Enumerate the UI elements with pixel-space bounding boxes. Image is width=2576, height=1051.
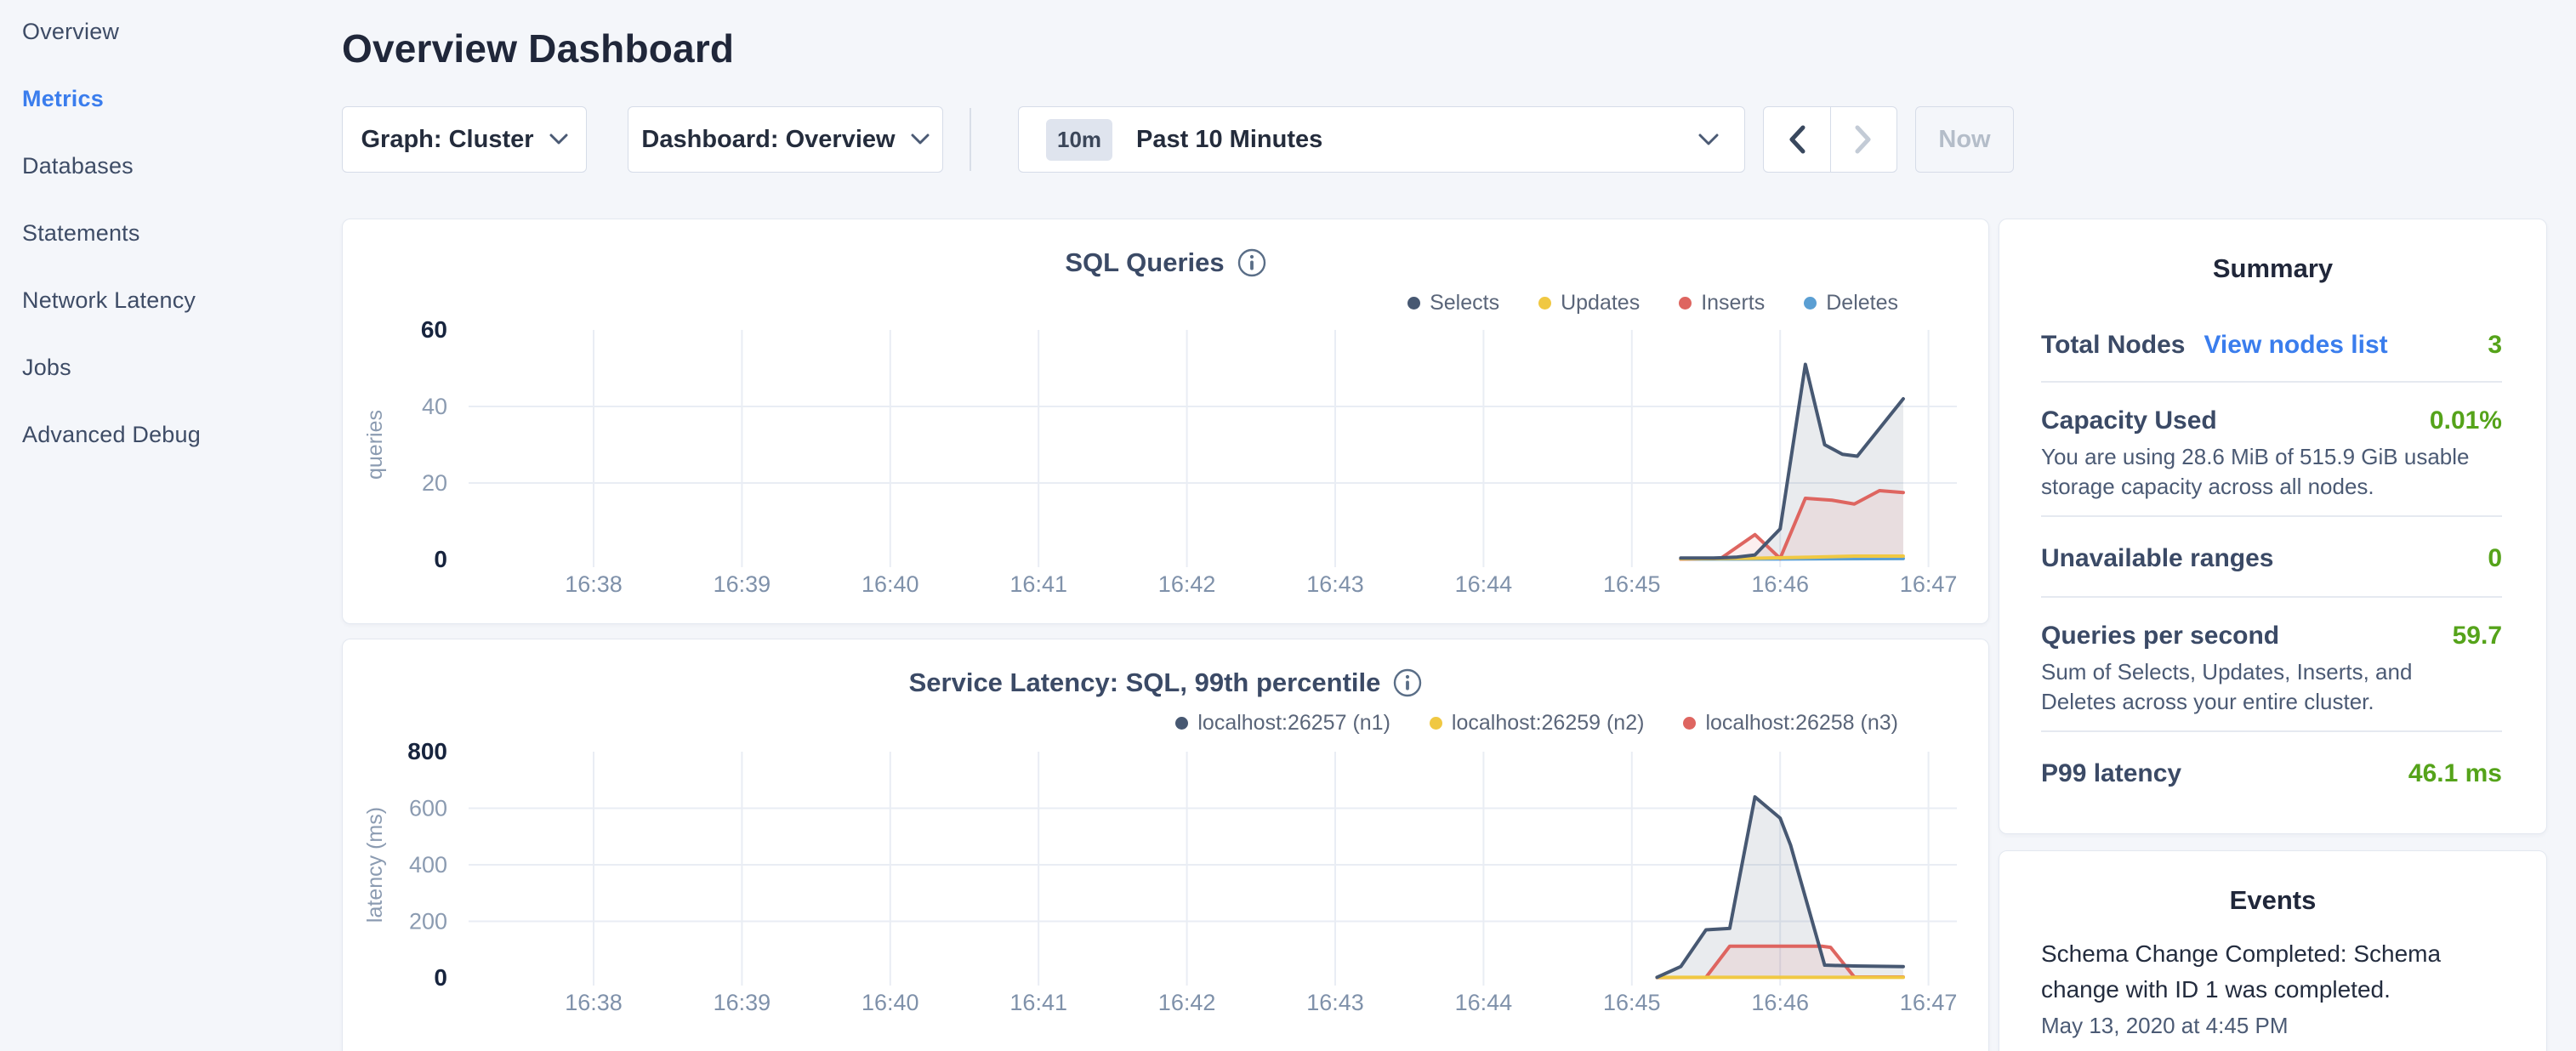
svg-text:16:47: 16:47 (1900, 571, 1958, 597)
svg-text:16:38: 16:38 (565, 990, 623, 1015)
svg-text:16:40: 16:40 (862, 571, 919, 597)
summary-divider (2041, 730, 2502, 732)
svg-text:16:44: 16:44 (1455, 990, 1513, 1015)
toolbar: Graph: Cluster Dashboard: Overview 10m P… (0, 106, 2576, 173)
summary-row-value: 0.01% (2430, 406, 2502, 435)
overview-dashboard-screen: OverviewMetricsDatabasesStatementsNetwor… (0, 0, 2576, 1051)
now-button[interactable]: Now (1915, 106, 2014, 173)
chevron-left-icon (1788, 125, 1805, 154)
svg-text:60: 60 (421, 316, 447, 343)
time-window-selector[interactable]: 10m Past 10 Minutes (1018, 106, 1745, 173)
svg-text:0: 0 (434, 964, 447, 991)
summary-row-queries-per-second: Queries per second 59.7 (2041, 622, 2502, 650)
summary-row-description: Sum of Selects, Updates, Inserts, and De… (2041, 657, 2492, 717)
step-forward-button[interactable] (1830, 107, 1897, 172)
summary-row-p99-latency: P99 latency 46.1 ms (2041, 759, 2502, 788)
svg-text:0: 0 (434, 546, 447, 572)
dashboard-dropdown-label: Dashboard: Overview (641, 126, 895, 154)
graph-dropdown-label: Graph: Cluster (361, 126, 533, 154)
sidebar-item-jobs[interactable]: Jobs (22, 355, 332, 379)
summary-row-label: Queries per second (2041, 622, 2279, 650)
svg-text:16:47: 16:47 (1900, 990, 1958, 1015)
svg-text:16:39: 16:39 (714, 571, 771, 597)
summary-title: Summary (1999, 253, 2546, 284)
service-latency-chart-card: Service Latency: SQL, 99th percentileloc… (342, 639, 1989, 1051)
sidebar-item-advanced-debug[interactable]: Advanced Debug (22, 423, 332, 446)
svg-text:16:39: 16:39 (714, 990, 771, 1015)
summary-row-value: 46.1 ms (2408, 759, 2502, 788)
svg-text:16:46: 16:46 (1751, 990, 1809, 1015)
summary-row-value: 59.7 (2453, 622, 2502, 650)
dashboard-dropdown[interactable]: Dashboard: Overview (628, 106, 943, 173)
svg-text:16:40: 16:40 (862, 990, 919, 1015)
summary-row-value: 3 (2488, 331, 2502, 360)
summary-divider (2041, 381, 2502, 383)
view-nodes-list-link[interactable]: View nodes list (2204, 331, 2387, 360)
sql-queries-chart-card: SQL QueriesSelectsUpdatesInsertsDeletes1… (342, 219, 1989, 624)
svg-text:16:45: 16:45 (1603, 990, 1661, 1015)
svg-text:600: 600 (409, 796, 447, 821)
page-title: Overview Dashboard (342, 26, 734, 71)
summary-panel: Summary Total Nodes View nodes list 3 Capac… (1999, 219, 2547, 834)
events-title: Events (1999, 885, 2546, 916)
svg-text:16:43: 16:43 (1306, 571, 1364, 597)
summary-row-capacity-used: Capacity Used 0.01% (2041, 406, 2502, 435)
svg-text:16:41: 16:41 (1009, 571, 1067, 597)
svg-text:queries: queries (363, 410, 387, 480)
chevron-down-icon (911, 134, 930, 145)
summary-row-total-nodes: Total Nodes View nodes list 3 (2041, 331, 2502, 360)
sidebar-item-statements[interactable]: Statements (22, 221, 332, 245)
svg-text:16:42: 16:42 (1158, 990, 1216, 1015)
step-back-button[interactable] (1764, 107, 1830, 172)
time-step-buttons (1763, 106, 1897, 173)
summary-row-description: You are using 28.6 MiB of 515.9 GiB usab… (2041, 442, 2492, 502)
svg-text:400: 400 (409, 852, 447, 878)
graph-dropdown[interactable]: Graph: Cluster (342, 106, 587, 173)
summary-divider (2041, 515, 2502, 517)
events-panel: Events Schema Change Completed: Schema c… (1999, 850, 2547, 1051)
summary-row-label: P99 latency (2041, 759, 2181, 788)
summary-row-value: 0 (2488, 544, 2502, 573)
summary-row-label: Capacity Used (2041, 406, 2217, 435)
summary-row-label: Unavailable ranges (2041, 544, 2273, 573)
sidebar-item-network-latency[interactable]: Network Latency (22, 288, 332, 312)
svg-text:16:44: 16:44 (1455, 571, 1513, 597)
summary-row-unavailable-ranges: Unavailable ranges 0 (2041, 544, 2502, 573)
chart-plot[interactable]: 16:38 16:39 16:40 16:41 16:42 16:43 16:44 16:45… (343, 639, 1990, 1051)
svg-text:16:38: 16:38 (565, 571, 623, 597)
svg-text:16:46: 16:46 (1751, 571, 1809, 597)
svg-text:latency (ms): latency (ms) (363, 807, 387, 923)
svg-text:200: 200 (409, 909, 447, 935)
svg-text:16:45: 16:45 (1603, 571, 1661, 597)
time-window-badge: 10m (1046, 119, 1112, 161)
chart-plot[interactable]: 16:38 16:39 16:40 16:41 16:42 16:43 16:44 16:45… (343, 219, 1990, 624)
svg-text:40: 40 (422, 394, 447, 419)
chevron-down-icon (549, 134, 568, 145)
time-window-label: Past 10 Minutes (1136, 126, 1322, 154)
event-message[interactable]: Schema Change Completed: Schema change w… (2041, 936, 2505, 1008)
summary-divider (2041, 596, 2502, 598)
svg-text:16:41: 16:41 (1009, 990, 1067, 1015)
chevron-down-icon (1698, 134, 1719, 146)
event-timestamp: May 13, 2020 at 4:45 PM (2041, 1013, 2289, 1039)
svg-text:16:42: 16:42 (1158, 571, 1216, 597)
toolbar-divider (970, 108, 971, 171)
svg-text:20: 20 (422, 470, 447, 496)
summary-row-label: Total Nodes (2041, 331, 2185, 360)
svg-text:800: 800 (407, 738, 447, 764)
sidebar-item-overview[interactable]: Overview (22, 20, 332, 43)
chevron-right-icon (1855, 125, 1872, 154)
svg-text:16:43: 16:43 (1306, 990, 1364, 1015)
